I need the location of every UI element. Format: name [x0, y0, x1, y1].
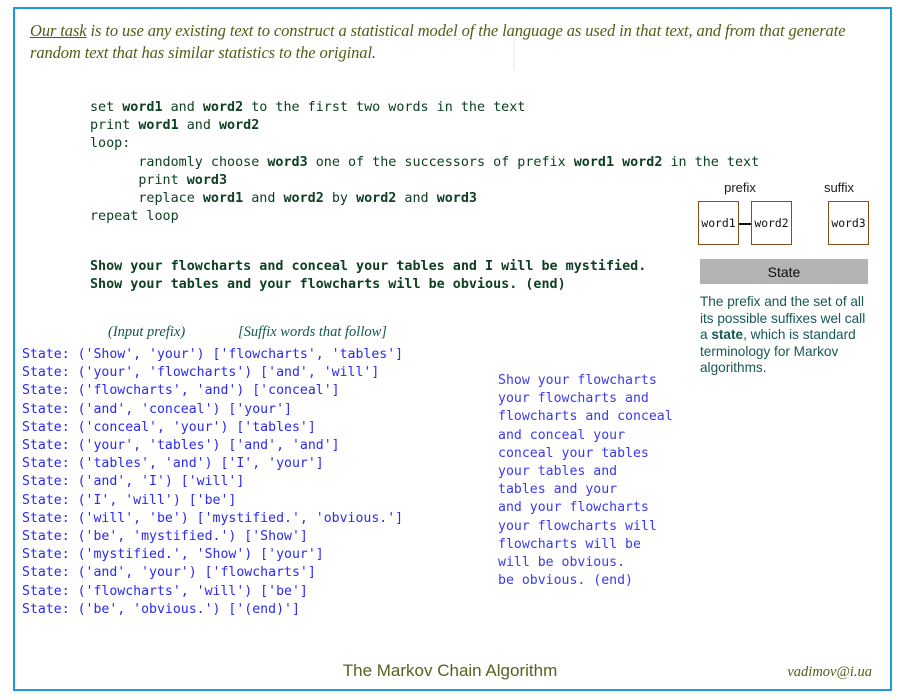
pseudocode-text: randomly choose [90, 154, 268, 170]
state-list-item: State: ('and', 'conceal') ['your'] [22, 401, 292, 417]
generated-output-line: tables and your [498, 482, 618, 498]
pseudocode-text: and [243, 191, 284, 207]
state-list-item: State: ('flowcharts', 'will') ['be'] [22, 583, 308, 599]
pseudocode-line: replace word1 and word2 by word2 and wor… [90, 190, 759, 208]
note-bold-state: state [711, 327, 744, 343]
sample-text-block: Show your flowcharts and conceal your ta… [90, 258, 646, 294]
pseudocode-keyword: word1 [138, 118, 179, 134]
intro-paragraph: Our task is to use any existing text to … [30, 20, 860, 65]
intro-emphasis: Our task [30, 21, 87, 40]
pseudocode-keyword: word1 [122, 100, 163, 115]
generated-output-line: Show your flowcharts [498, 373, 657, 388]
state-list-item: State: ('your', 'tables') ['and', 'and'] [22, 438, 340, 454]
state-list-item: State: ('tables', 'and') ['I', 'your'] [22, 456, 324, 472]
pseudocode-line: randomly choose word3 one of the success… [90, 154, 759, 172]
pseudocode-text: in the text [662, 154, 760, 170]
diagram-suffix-label: suffix [823, 180, 855, 195]
pseudocode-line: print word1 and word2 [90, 117, 759, 135]
pseudocode-keyword: word1 word2 [573, 154, 663, 170]
state-bar: State [700, 259, 868, 284]
state-list-block: State: ('Show', 'your') ['flowcharts', '… [22, 346, 403, 619]
pseudocode-keyword: word2 [356, 191, 397, 207]
pseudocode-text: by [323, 191, 357, 207]
caption-input-prefix: (Input prefix) [108, 324, 186, 340]
state-list-item: State: ('mystified.', 'Show') ['your'] [22, 547, 324, 563]
diagram-box-word2: word2 [751, 201, 792, 245]
footer-email: vadimov@i.ua [787, 664, 872, 680]
generated-output-line: will be obvious. [498, 555, 626, 571]
generated-output-line: and your flowcharts [498, 500, 649, 516]
state-definition-note: The prefix and the set of all its possib… [700, 294, 868, 377]
column-captions: (Input prefix) [Suffix words that follow] [108, 324, 438, 341]
state-list-item: State: ('conceal', 'your') ['tables'] [22, 419, 316, 435]
diagram-connector-line [739, 223, 751, 225]
state-list-item: State: ('and', 'I') ['will'] [22, 474, 245, 490]
generated-output-line: flowcharts and conceal [498, 409, 673, 425]
state-list-item: State: ('Show', 'your') ['flowcharts', '… [22, 347, 404, 362]
pseudocode-text: and [396, 191, 437, 207]
generated-output-block: Show your flowcharts your flowcharts and f… [498, 372, 673, 590]
footer-title: The Markov Chain Algorithm [342, 661, 558, 680]
pseudocode-text: and [178, 118, 219, 134]
generated-output-line: flowcharts will be [498, 536, 641, 552]
pseudocode-block: set word1 and word2 to the first two wor… [90, 99, 759, 226]
pseudocode-keyword: word3 [186, 172, 228, 188]
pseudocode-line: set word1 and word2 to the first two wor… [90, 99, 759, 117]
generated-output-line: be obvious. (end) [498, 573, 633, 589]
pseudocode-keyword: word2 [202, 100, 244, 115]
diagram-box-word1: word1 [698, 201, 739, 245]
pseudocode-text: print [90, 172, 187, 188]
diagram-box-word3: word3 [828, 201, 869, 245]
pseudocode-text: print [90, 118, 139, 134]
sample-text-line: Show your tables and your flowcharts wil… [90, 277, 566, 293]
generated-output-line: your flowcharts and [498, 391, 649, 407]
state-list-item: State: ('and', 'your') ['flowcharts'] [22, 565, 316, 581]
state-list-item: State: ('be', 'obvious.') ['(end)'] [22, 601, 300, 617]
state-list-item: State: ('will', 'be') ['mystified.', 'ob… [22, 510, 404, 526]
slide-canvas: Our task is to use any existing text to … [0, 0, 900, 700]
pseudocode-line: print word3 [90, 172, 759, 190]
pseudocode-line: loop: [90, 135, 759, 153]
generated-output-line: conceal your tables [498, 445, 649, 461]
text-caret-artifact [513, 36, 515, 70]
pseudocode-line: repeat loop [90, 208, 759, 226]
pseudocode-text: repeat loop [90, 209, 179, 225]
state-list-item: State: ('flowcharts', 'and') ['conceal'] [22, 383, 340, 399]
sample-text-line: Show your flowcharts and conceal your ta… [90, 259, 647, 274]
intro-rest: is to use any existing text to construct… [30, 21, 846, 63]
pseudocode-keyword: word3 [436, 191, 477, 207]
state-list-item: State: ('be', 'mystified.') ['Show'] [22, 529, 308, 545]
pseudocode-keyword: word2 [283, 191, 324, 207]
diagram-prefix-label: prefix [724, 180, 756, 195]
pseudocode-text: replace [90, 191, 203, 207]
state-list-item: State: ('your', 'flowcharts') ['and', 'w… [22, 365, 380, 381]
generated-output-line: and conceal your [498, 427, 626, 443]
pseudocode-keyword: word3 [267, 154, 308, 170]
state-list-item: State: ('I', 'will') ['be'] [22, 492, 237, 508]
caption-suffix-words: [Suffix words that follow] [238, 324, 387, 340]
pseudocode-text: and [162, 100, 203, 115]
pseudocode-text: loop: [90, 136, 131, 152]
generated-output-line: your flowcharts will [498, 518, 657, 534]
pseudocode-keyword: word2 [219, 118, 260, 134]
pseudocode-keyword: word1 [202, 191, 244, 207]
pseudocode-text: to the first two words in the text [243, 100, 526, 115]
generated-output-line: your tables and [498, 464, 618, 480]
pseudocode-text: one of the successors of prefix [307, 154, 574, 170]
pseudocode-text: set [90, 100, 123, 115]
